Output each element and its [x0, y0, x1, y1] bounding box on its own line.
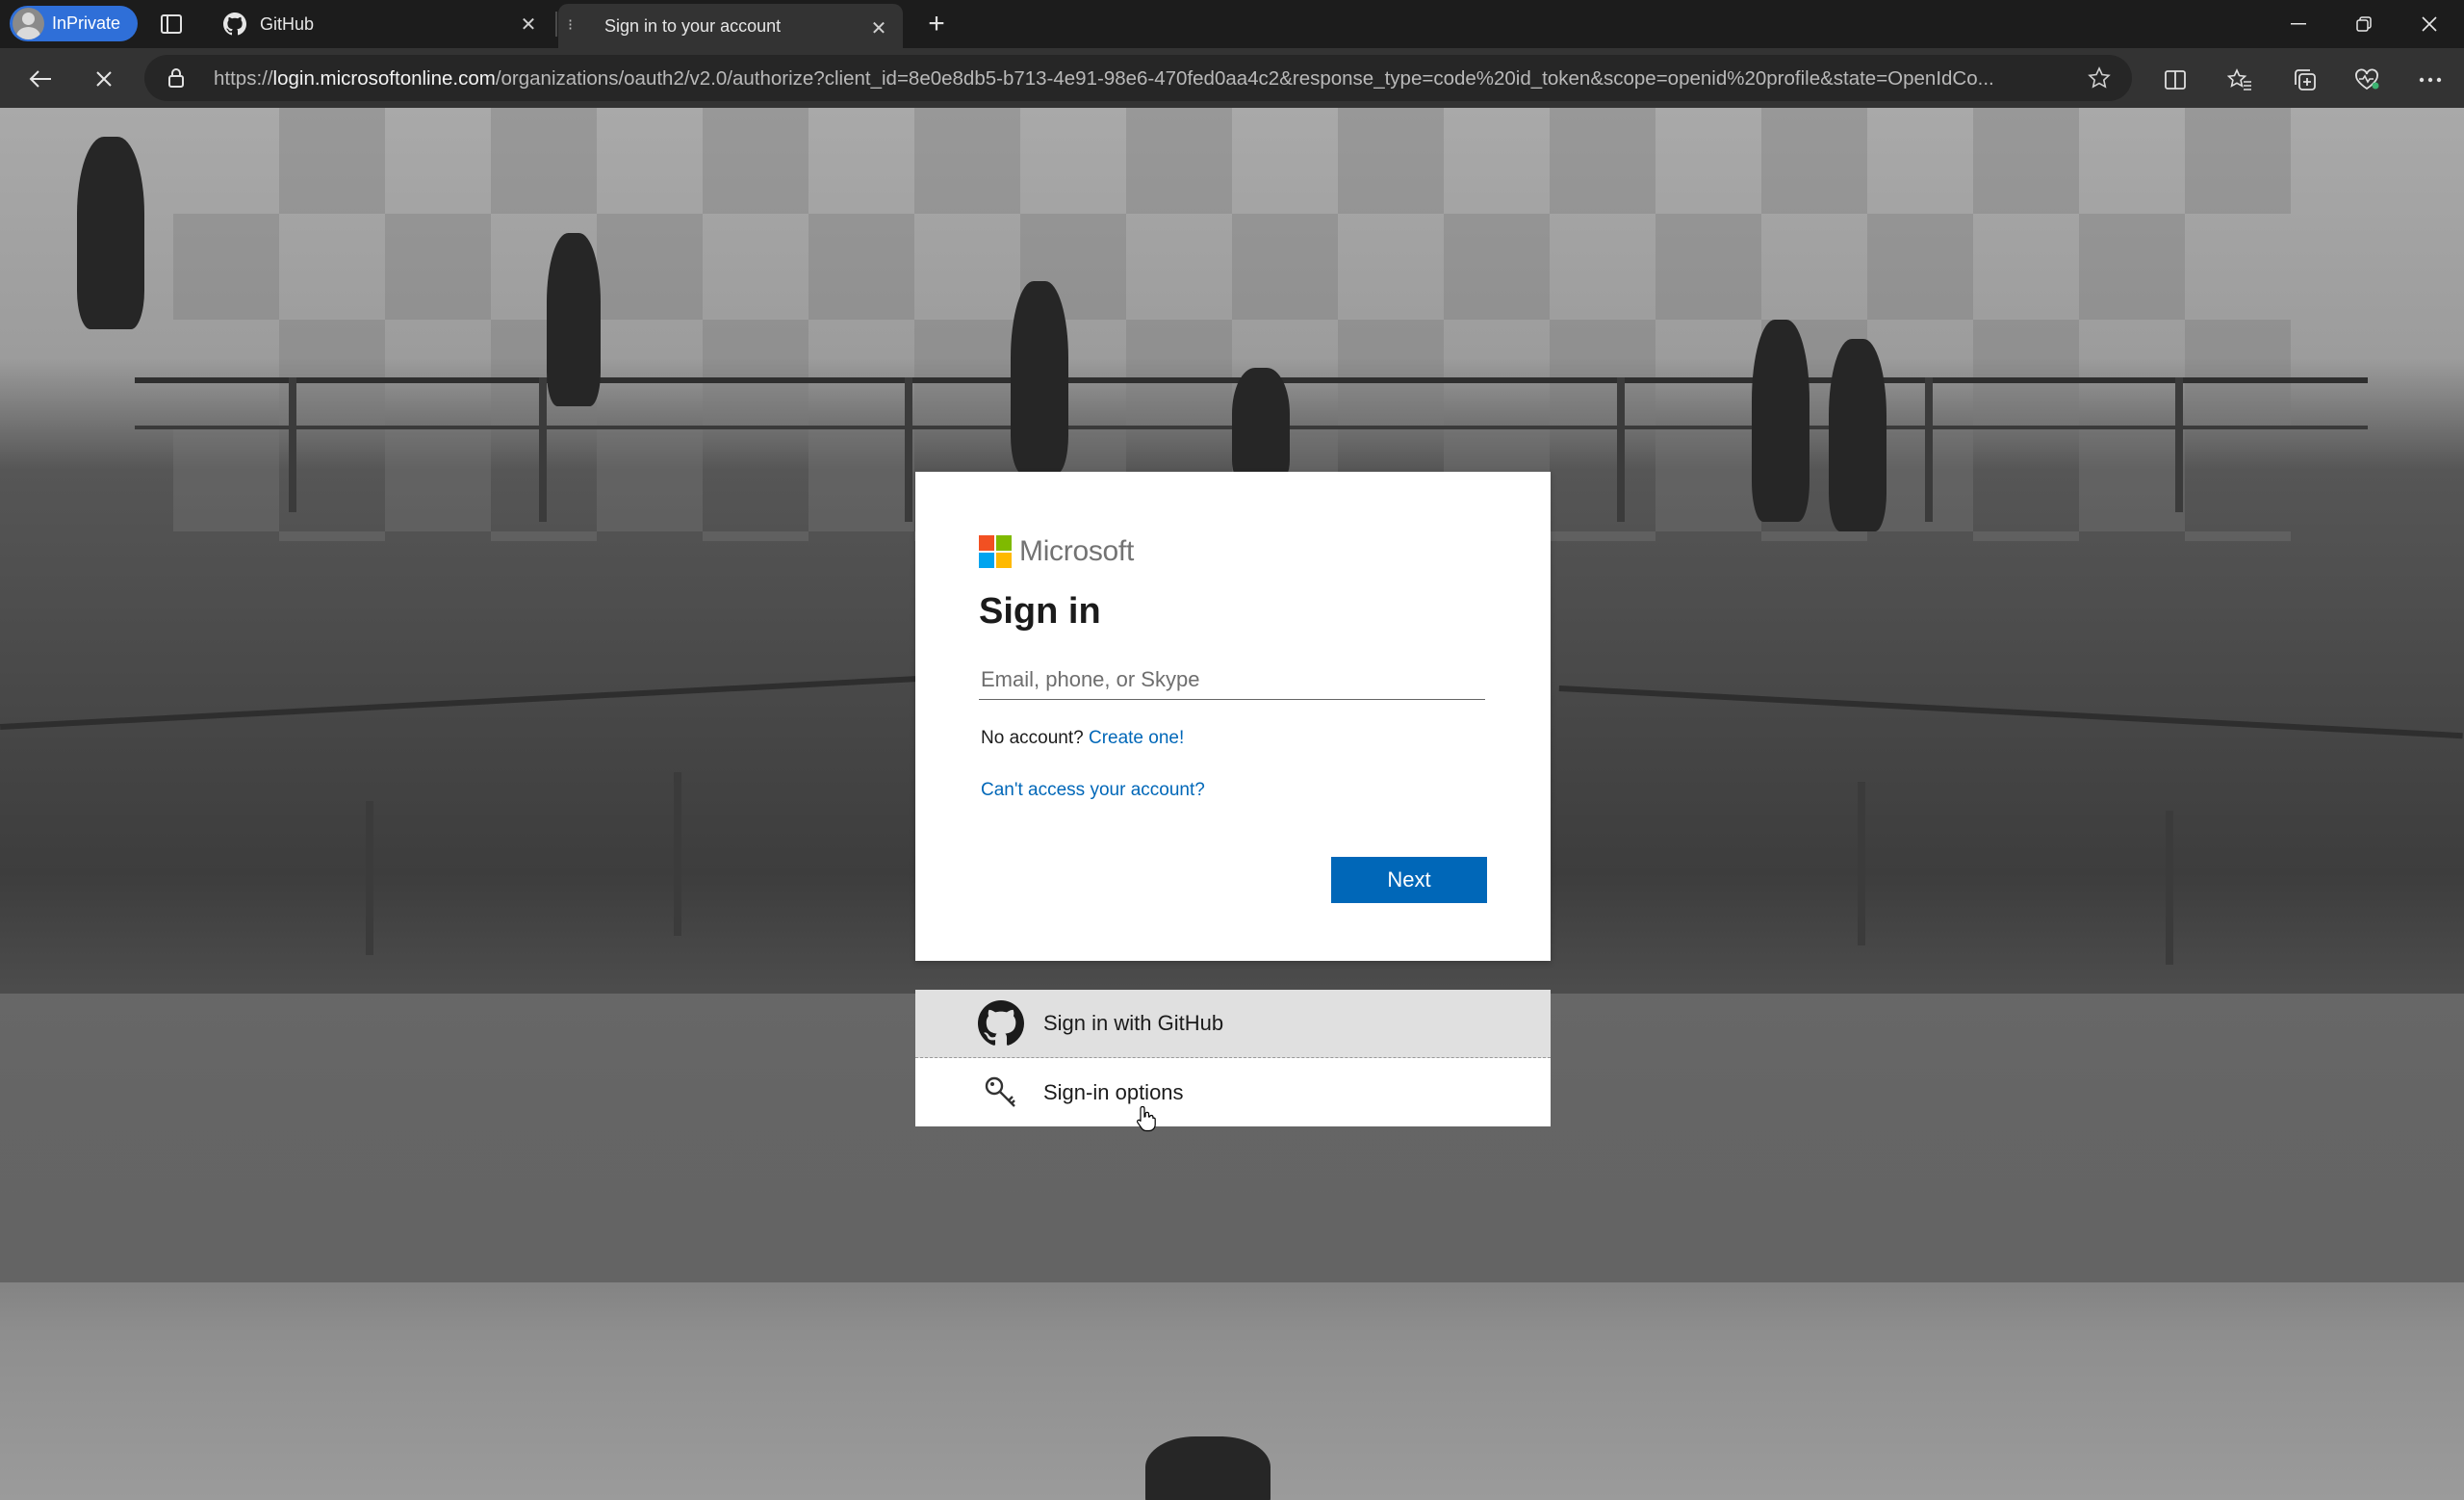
tab-actions-icon[interactable]: [154, 10, 189, 39]
address-bar[interactable]: https://login.microsoftonline.com/organi…: [144, 55, 2132, 101]
tab-bar: InPrivate GitHub ✕ ⁝ Sign in to your acc…: [0, 0, 2464, 48]
new-tab-icon[interactable]: +: [919, 8, 954, 39]
brand-name: Microsoft: [1019, 535, 1134, 567]
sign-in-with-github-button[interactable]: Sign in with GitHub: [915, 990, 1551, 1058]
tab-divider: [555, 12, 557, 37]
create-account-link[interactable]: Create one!: [1089, 728, 1184, 748]
no-account-text: No account? Create one!: [981, 728, 1184, 749]
tab-github[interactable]: GitHub ✕: [214, 0, 552, 48]
loading-icon: ⁝: [568, 17, 574, 34]
favorite-star-icon[interactable]: [2088, 66, 2111, 95]
background-post: [674, 772, 681, 936]
more-options-icon[interactable]: [2416, 65, 2445, 94]
tab-sign-in[interactable]: ⁝ Sign in to your account ✕: [558, 4, 903, 48]
background-post: [289, 377, 296, 512]
background-post: [1617, 377, 1625, 522]
key-icon: [976, 1068, 1026, 1118]
background-post: [2175, 377, 2183, 512]
collections-icon[interactable]: [2291, 65, 2320, 94]
page-title: Sign in: [979, 591, 1101, 632]
background-post: [905, 377, 912, 522]
background-person: [1752, 320, 1810, 522]
inprivate-badge[interactable]: InPrivate: [10, 6, 138, 41]
close-icon[interactable]: ✕: [518, 13, 539, 36]
background-post: [366, 801, 373, 955]
tab-title: Sign in to your account: [604, 15, 782, 36]
background-person: [1011, 281, 1068, 474]
favorites-icon[interactable]: [2225, 65, 2254, 94]
github-icon: [976, 998, 1026, 1048]
github-option-label: Sign in with GitHub: [1043, 1011, 1224, 1035]
microsoft-logo: Microsoft: [979, 535, 1134, 568]
page-content: Microsoft Sign in No account? Create one…: [0, 108, 2464, 1500]
sign-in-options-label: Sign-in options: [1043, 1079, 1184, 1104]
url-text: https://login.microsoftonline.com/organi…: [214, 67, 2033, 91]
background-person: [547, 233, 601, 406]
navigation-bar: https://login.microsoftonline.com/organi…: [0, 48, 2464, 108]
background-post: [539, 377, 547, 522]
browser-essentials-icon[interactable]: [2352, 65, 2381, 94]
hand-cursor-icon: [1136, 1105, 1157, 1137]
email-field[interactable]: [979, 660, 1485, 700]
background-person: [1232, 368, 1290, 483]
microsoft-logo-icon: [979, 535, 1012, 568]
restore-icon[interactable]: [2331, 0, 2397, 48]
url-path: /organizations/oauth2/v2.0/authorize?cli…: [495, 67, 1994, 90]
background-person: [77, 137, 144, 329]
inprivate-label: InPrivate: [52, 13, 121, 33]
background-post: [1925, 377, 1933, 522]
url-host: login.microsoftonline.com: [272, 67, 496, 90]
split-screen-icon[interactable]: [2161, 65, 2190, 94]
lock-icon[interactable]: [167, 67, 185, 94]
close-icon[interactable]: ✕: [868, 17, 889, 39]
stop-loading-icon[interactable]: [85, 60, 123, 98]
github-icon: [223, 13, 246, 36]
background-post: [1858, 782, 1865, 945]
no-account-label: No account?: [981, 728, 1084, 748]
sign-in-card: Microsoft Sign in No account? Create one…: [915, 472, 1551, 961]
next-button[interactable]: Next: [1331, 857, 1487, 903]
background-post: [2166, 811, 2173, 965]
back-icon[interactable]: [21, 60, 60, 98]
sign-in-options-button[interactable]: Sign-in options: [915, 1058, 1551, 1126]
tab-title: GitHub: [260, 13, 315, 34]
close-window-icon[interactable]: [2397, 0, 2462, 48]
avatar: [13, 8, 44, 39]
url-prefix: https://: [214, 67, 273, 90]
background-person: [1829, 339, 1886, 531]
minimize-icon[interactable]: [2266, 0, 2331, 48]
background-person: [1145, 1436, 1270, 1500]
cant-access-link[interactable]: Can't access your account?: [981, 780, 1205, 801]
